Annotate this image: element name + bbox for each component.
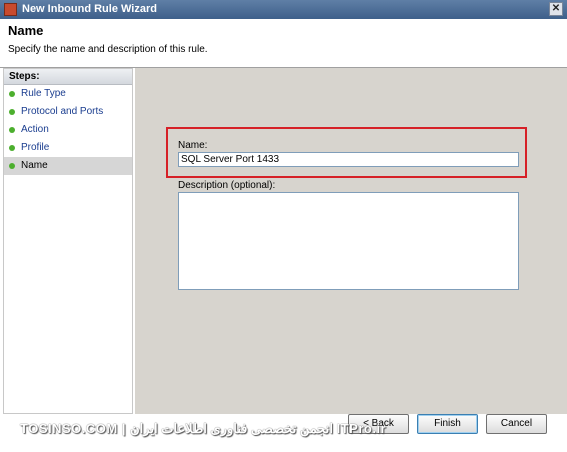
step-current-icon <box>9 163 15 169</box>
sidebar-item-action[interactable]: Action <box>4 121 132 139</box>
page-subtitle: Specify the name and description of this… <box>8 44 208 55</box>
step-complete-icon <box>9 145 15 151</box>
description-label: Description (optional): <box>178 180 276 191</box>
page-header: Name Specify the name and description of… <box>0 19 567 68</box>
watermark: TOSINSO.COM | انجمن تخصصی فناوری اطلاعات… <box>20 421 387 436</box>
firewall-app-icon <box>4 3 17 16</box>
close-icon[interactable]: ✕ <box>549 2 563 16</box>
sidebar-item-label: Profile <box>21 142 50 153</box>
sidebar-item-name[interactable]: Name <box>4 157 132 175</box>
sidebar-item-label: Protocol and Ports <box>21 106 104 117</box>
sidebar-item-protocol-and-ports[interactable]: Protocol and Ports <box>4 103 132 121</box>
description-textarea[interactable] <box>178 192 519 290</box>
name-input[interactable] <box>178 152 519 167</box>
window-title: New Inbound Rule Wizard <box>22 3 157 15</box>
finish-button[interactable]: Finish <box>417 414 478 434</box>
cancel-button[interactable]: Cancel <box>486 414 547 434</box>
step-complete-icon <box>9 109 15 115</box>
sidebar-item-label: Action <box>21 124 49 135</box>
sidebar-item-label: Rule Type <box>21 88 66 99</box>
step-complete-icon <box>9 127 15 133</box>
sidebar-item-label: Name <box>21 160 48 171</box>
step-complete-icon <box>9 91 15 97</box>
title-bar: New Inbound Rule Wizard ✕ <box>0 0 567 19</box>
sidebar-item-profile[interactable]: Profile <box>4 139 132 157</box>
name-label: Name: <box>178 140 208 151</box>
sidebar-item-rule-type[interactable]: Rule Type <box>4 85 132 103</box>
steps-heading: Steps: <box>4 69 132 85</box>
steps-sidebar: Steps: Rule Type Protocol and Ports Acti… <box>3 68 133 414</box>
page-title: Name <box>8 23 44 38</box>
